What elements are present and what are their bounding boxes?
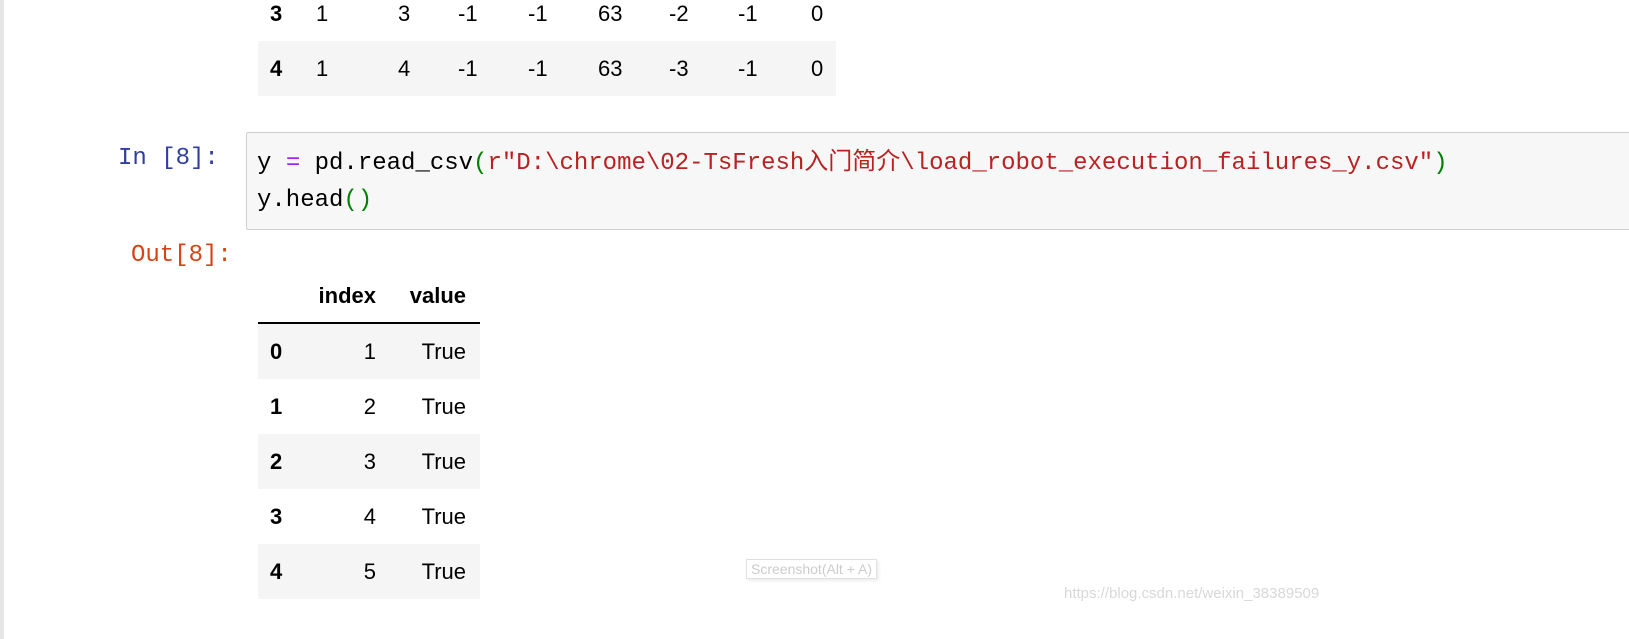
output-prompt: Out[8]:	[131, 242, 232, 269]
table-cell: 1	[316, 56, 329, 81]
table-row: 3 1 3 -1 -1 63 -2 -1 0	[258, 0, 836, 41]
table-row: 4 5 True	[258, 544, 480, 599]
row-label: 3	[270, 504, 283, 529]
table-cell: -3	[669, 56, 689, 81]
table-header: index value	[258, 268, 480, 322]
index-cell: 5	[363, 559, 376, 584]
table-row: 3 4 True	[258, 489, 480, 544]
row-label: 4	[270, 56, 283, 81]
index-cell: 3	[363, 449, 376, 474]
index-cell: 2	[363, 394, 376, 419]
input-prompt: In [8]:	[118, 145, 219, 172]
row-label: 1	[270, 394, 283, 419]
table-cell: -1	[528, 56, 548, 81]
table-row: 2 3 True	[258, 434, 480, 489]
watermark: https://blog.csdn.net/weixin_38389509	[1064, 585, 1320, 602]
row-label: 2	[270, 449, 283, 474]
table-row: 0 1 True	[258, 324, 480, 379]
index-cell: 1	[363, 339, 376, 364]
screenshot-tooltip: Screenshot(Alt + A)	[746, 559, 878, 579]
table-cell: -1	[528, 1, 548, 26]
value-cell: True	[421, 394, 466, 419]
left-border	[0, 0, 4, 639]
code-text: y = pd.read_csv(r"D:\chrome\02-TsFresh入门…	[257, 150, 1448, 214]
table-cell: 4	[398, 56, 411, 81]
table-cell: -1	[738, 56, 758, 81]
row-label: 3	[270, 1, 283, 26]
value-cell: True	[421, 559, 466, 584]
table-cell: -2	[669, 1, 689, 26]
table-row: 4 1 4 -1 -1 63 -3 -1 0	[258, 41, 836, 96]
value-cell: True	[421, 449, 466, 474]
table-cell: 63	[598, 56, 623, 81]
table-cell: -1	[458, 1, 478, 26]
code-input-cell[interactable]: y = pd.read_csv(r"D:\chrome\02-TsFresh入门…	[246, 132, 1629, 230]
table-cell: 63	[598, 1, 623, 26]
table-row: 1 2 True	[258, 379, 480, 434]
value-cell: True	[421, 504, 466, 529]
table-cell: 3	[398, 1, 411, 26]
column-header-index: index	[318, 283, 376, 308]
column-header-value: value	[409, 283, 466, 308]
value-cell: True	[421, 339, 466, 364]
table-cell: -1	[738, 1, 758, 26]
row-label: 0	[270, 339, 283, 364]
table-cell: 0	[811, 1, 824, 26]
table-cell: 1	[316, 1, 329, 26]
table-cell: 0	[811, 56, 824, 81]
row-label: 4	[270, 559, 283, 584]
table-cell: -1	[458, 56, 478, 81]
index-cell: 4	[363, 504, 376, 529]
